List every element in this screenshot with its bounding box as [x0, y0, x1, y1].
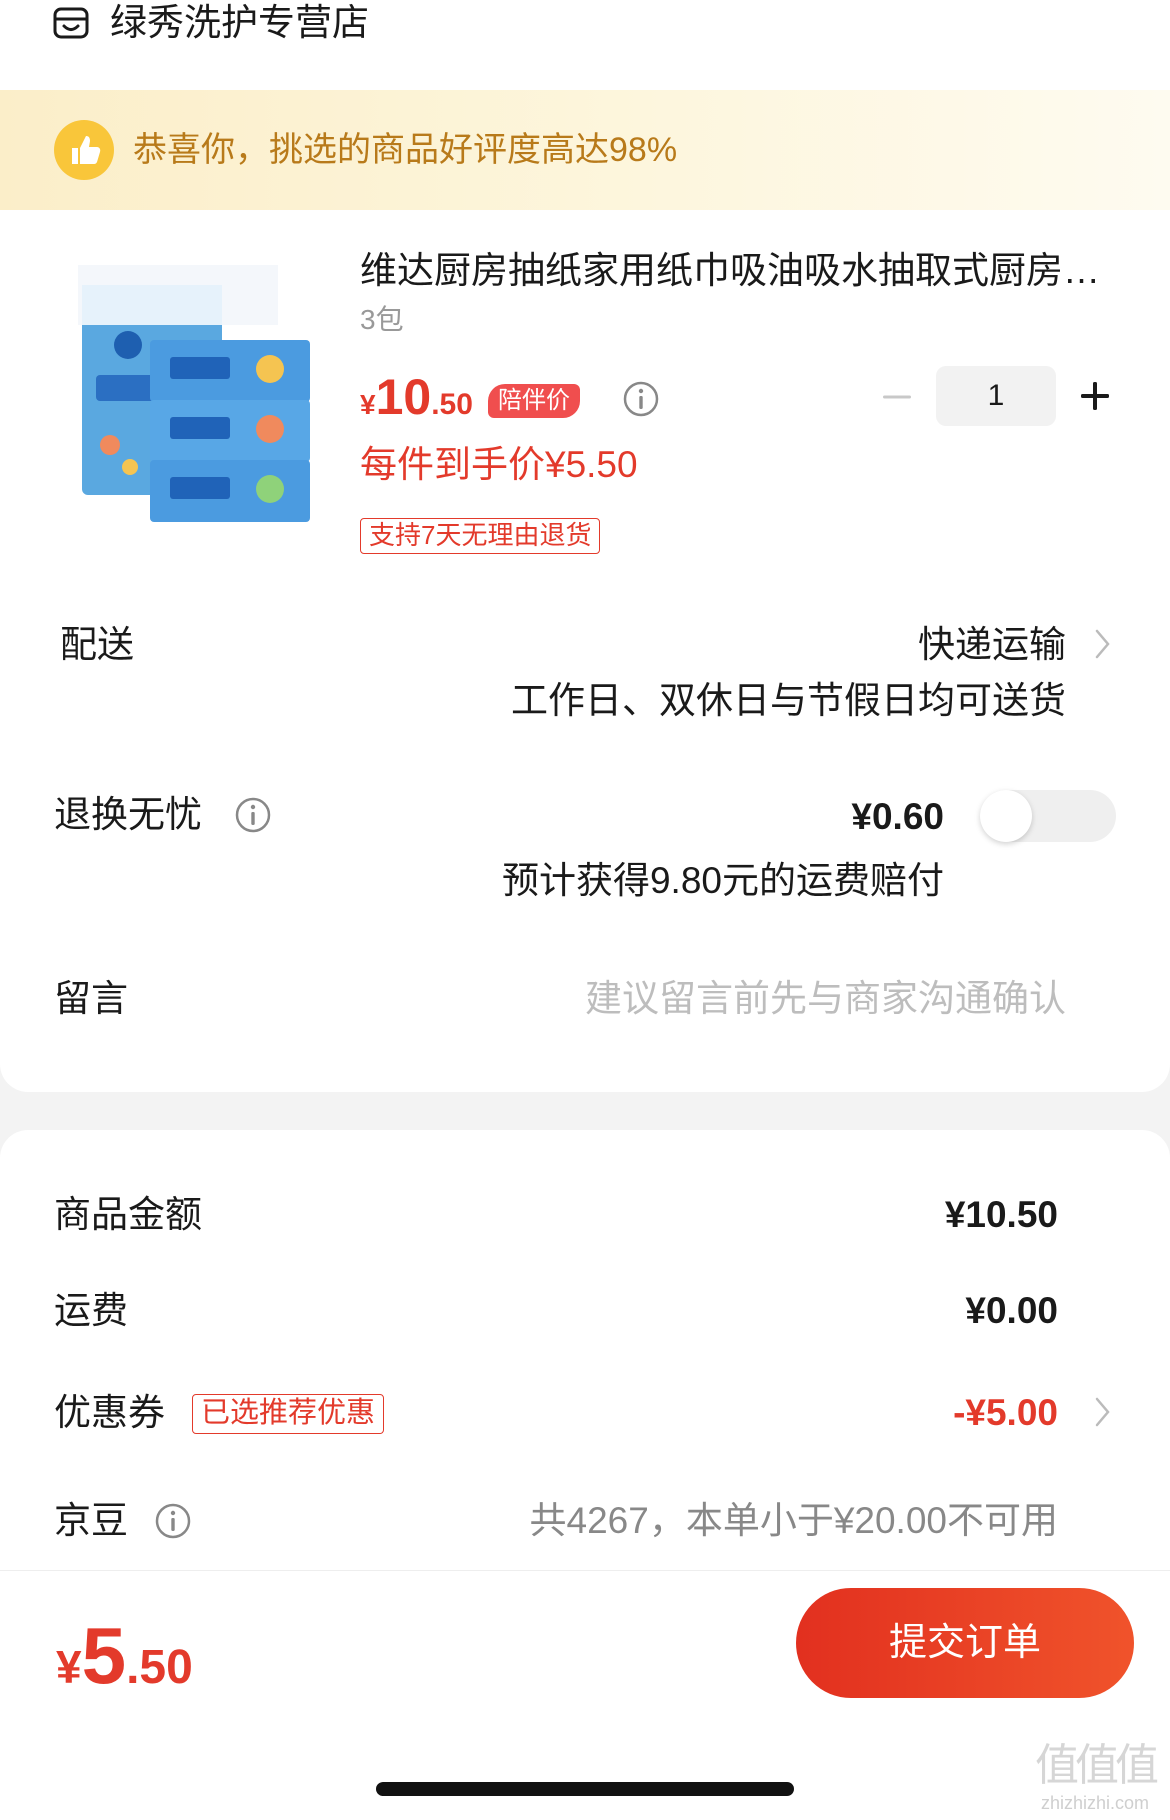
store-header[interactable]: 绿秀洗护专营店 — [0, 0, 1170, 90]
coupon-badge: 已选推荐优惠 — [192, 1394, 385, 1434]
rating-banner: 恭喜你，挑选的商品好评度高达98% — [0, 90, 1170, 210]
store-name[interactable]: 绿秀洗护专营店 — [110, 0, 369, 46]
info-icon[interactable] — [154, 1502, 192, 1540]
price-currency: ¥ — [360, 389, 376, 420]
order-total: ¥5.50 — [56, 1610, 193, 1702]
store-icon — [53, 7, 89, 39]
delivery-note: 工作日、双休日与节假日均可送货 — [511, 680, 1066, 721]
decrease-quantity-button[interactable] — [880, 380, 914, 414]
watermark-logo: 值值值 — [1035, 1741, 1159, 1790]
return-policy-badge: 支持7天无理由退货 — [360, 518, 601, 554]
goods-amount-label: 商品金额 — [54, 1194, 202, 1235]
chevron-right-icon[interactable] — [1094, 628, 1112, 660]
total-currency: ¥ — [56, 1641, 82, 1693]
watermark-url: zhizhizhi.com — [1040, 1793, 1150, 1813]
toggle-knob — [980, 790, 1032, 842]
jingdou-label: 京豆 — [54, 1500, 128, 1541]
coupon-label: 优惠券 — [54, 1392, 165, 1433]
quantity-field[interactable]: 1 — [936, 366, 1056, 426]
message-input[interactable]: 建议留言前先与商家沟通确认 — [585, 976, 1066, 1022]
return-insurance-label: 退换无忧 — [54, 794, 202, 835]
submit-order-button[interactable]: 提交订单 — [796, 1588, 1134, 1698]
price-decimal: .50 — [431, 388, 473, 421]
product-variant: 3包 — [360, 304, 404, 335]
info-icon[interactable] — [234, 796, 272, 834]
total-decimal: .50 — [126, 1641, 193, 1694]
goods-amount-value: ¥10.50 — [944, 1194, 1058, 1235]
delivery-method[interactable]: 快递运输 — [918, 622, 1066, 668]
watermark: 值值值 zhizhizhi.com — [1020, 1740, 1170, 1820]
increase-quantity-button[interactable] — [1078, 379, 1112, 413]
price-info-icon[interactable] — [622, 380, 660, 418]
banner-text: 恭喜你，挑选的商品好评度高达98% — [133, 131, 678, 169]
price-integer: 10 — [375, 369, 432, 425]
shipping-value: ¥0.00 — [965, 1290, 1058, 1331]
return-insurance-toggle[interactable] — [980, 790, 1116, 842]
total-integer: 5 — [81, 1611, 127, 1700]
message-label: 留言 — [54, 978, 128, 1019]
home-indicator[interactable] — [376, 1782, 794, 1796]
return-insurance-note: 预计获得9.80元的运费赔付 — [501, 860, 944, 901]
delivery-label: 配送 — [60, 624, 134, 665]
shipping-label: 运费 — [54, 1290, 128, 1331]
product-price: ¥10.50 — [360, 368, 473, 426]
product-image[interactable] — [70, 245, 320, 535]
jingdou-value: 共4267，本单小于¥20.00不可用 — [529, 1500, 1058, 1541]
price-tag-badge: 陪伴价 — [488, 384, 580, 418]
chevron-right-icon[interactable] — [1094, 1396, 1112, 1428]
return-insurance-price: ¥0.60 — [851, 796, 944, 837]
thumbs-up-icon — [54, 120, 114, 180]
coupon-value[interactable]: -¥5.00 — [953, 1390, 1058, 1436]
product-title[interactable]: 维达厨房抽纸家用纸巾吸油吸水抽取式厨房用纸 — [360, 248, 1120, 294]
net-price: 每件到手价¥5.50 — [360, 444, 638, 485]
